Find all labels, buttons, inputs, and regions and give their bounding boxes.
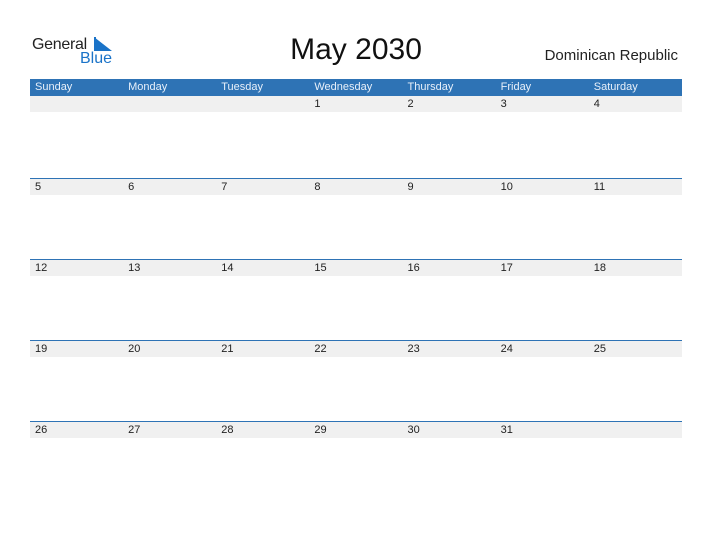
weekday-thursday: Thursday (407, 81, 454, 93)
day-cell: 14 (221, 262, 234, 274)
day-cell: 23 (407, 343, 420, 355)
day-cell: 3 (500, 98, 507, 110)
day-cell: 10 (500, 181, 513, 193)
day-cell (30, 96, 123, 112)
day-cell: 26 (35, 424, 48, 436)
day-cell: 22 (314, 343, 327, 355)
day-cell: 13 (128, 262, 141, 274)
day-cell: 30 (407, 424, 420, 436)
week-row: 12 13 14 15 16 17 18 (30, 259, 682, 340)
weekday-saturday: Saturday (593, 81, 638, 93)
day-cell: 9 (407, 181, 414, 193)
week-row: 26 27 28 29 30 31 (30, 421, 682, 502)
day-cell: 6 (128, 181, 135, 193)
day-cell: 21 (221, 343, 234, 355)
day-cell: 24 (500, 343, 513, 355)
weekday-wednesday: Wednesday (314, 81, 373, 93)
day-cell (216, 96, 309, 112)
day-cell: 8 (314, 181, 321, 193)
day-cell: 25 (593, 343, 606, 355)
day-cell: 20 (128, 343, 141, 355)
weekday-monday: Monday (128, 81, 168, 93)
day-cell: 5 (35, 181, 42, 193)
day-cell: 29 (314, 424, 327, 436)
weekday-friday: Friday (500, 81, 532, 93)
day-cell: 2 (407, 98, 414, 110)
day-cell: 27 (128, 424, 141, 436)
calendar-grid: Sunday Monday Tuesday Wednesday Thursday… (30, 79, 682, 502)
weekday-tuesday: Tuesday (221, 81, 264, 93)
day-cell (123, 96, 216, 112)
day-cell (589, 422, 682, 438)
day-cell: 1 (314, 98, 321, 110)
day-cell: 7 (221, 181, 228, 193)
day-cell: 19 (35, 343, 48, 355)
day-cell: 16 (407, 262, 420, 274)
day-cell: 15 (314, 262, 327, 274)
week-row: 19 20 21 22 23 24 25 (30, 340, 682, 421)
week-row: 5 6 7 8 9 10 11 (30, 178, 682, 259)
day-cell: 18 (593, 262, 606, 274)
day-cell: 11 (593, 181, 606, 193)
week-row: 1 2 3 4 (30, 96, 682, 178)
day-cell: 17 (500, 262, 513, 274)
day-cell: 4 (593, 98, 600, 110)
day-cell: 31 (500, 424, 513, 436)
country-label: Dominican Republic (544, 47, 678, 64)
weekday-sunday: Sunday (35, 81, 73, 93)
day-cell: 28 (221, 424, 234, 436)
weekday-header: Sunday Monday Tuesday Wednesday Thursday… (30, 79, 682, 96)
day-cell: 12 (35, 262, 48, 274)
